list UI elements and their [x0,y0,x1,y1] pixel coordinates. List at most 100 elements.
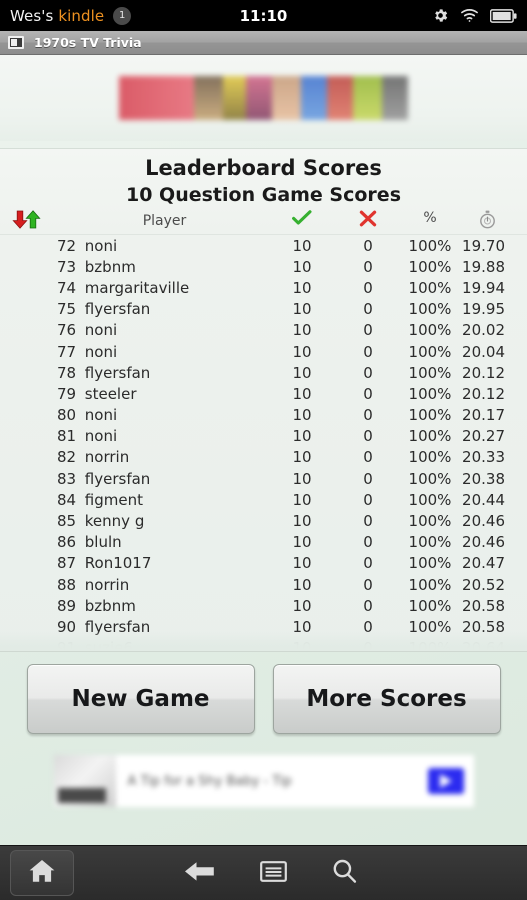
score-wrong: 0 [363,321,373,340]
score-values: 10 0 100% 20.02 [267,321,527,339]
score-time: 20.44 [462,490,505,509]
score-time: 20.12 [462,363,505,382]
table-row[interactable]: 76 noni 10 0 100% 20.02 [0,320,527,341]
score-values: 10 0 100% 20.38 [267,470,527,488]
score-percent: 100% [408,300,452,319]
score-correct: 10 [292,490,312,509]
column-header-percent[interactable]: % [399,210,461,233]
notification-badge[interactable]: 1 [113,6,132,25]
score-wrong: 0 [363,384,373,403]
score-time: 20.52 [462,575,505,594]
table-row[interactable]: 77 noni 10 0 100% 20.04 [0,341,527,362]
device-brand-label: kindle [58,6,105,25]
table-row[interactable]: 80 noni 10 0 100% 20.17 [0,405,527,426]
sort-arrows-group[interactable] [12,209,41,233]
score-percent: 100% [408,427,452,446]
app-title-bar: 1970s TV Trivia [0,31,527,55]
table-row[interactable]: 82 norrin 10 0 100% 20.33 [0,447,527,468]
table-row[interactable]: 83 flyersfan 10 0 100% 20.38 [0,468,527,489]
sort-control[interactable] [0,209,62,233]
table-row[interactable]: 78 flyersfan 10 0 100% 20.12 [0,362,527,383]
score-percent: 100% [408,512,452,531]
score-player-name: norrin [84,448,130,467]
score-percent: 100% [408,639,452,652]
more-scores-button[interactable]: More Scores [272,664,501,734]
table-row[interactable]: 87 Ron1017 10 0 100% 20.47 [0,553,527,574]
sort-ascending-green-arrow-icon[interactable] [25,209,41,233]
page-subtitle: 10 Question Game Scores [126,184,401,206]
score-player-name: bzbnm [84,596,136,615]
column-header-time[interactable] [461,210,527,233]
score-wrong: 0 [363,639,373,652]
score-player-name: noni [84,236,118,255]
score-time: 19.70 [462,236,505,255]
score-rank-and-player: 86 bluln [0,533,267,551]
score-rank-and-player: 74 margaritaville [0,279,267,297]
table-row[interactable]: 91 suzie6 10 0 100% 20.64 [0,638,527,652]
search-icon[interactable] [331,858,358,888]
page-title: Leaderboard Scores [145,156,382,180]
bottom-ad-text: A Tip for a Shy Baby - Tip [127,773,292,789]
device-status-bar: Wes's kindle 1 11:10 [0,0,527,31]
score-wrong: 0 [363,596,373,615]
score-rank-and-player: 83 flyersfan [0,470,267,488]
score-rank: 87 [57,554,77,573]
score-player-name: figment [84,490,143,509]
score-player-name: kenny g [84,512,145,531]
top-ad-banner[interactable] [118,76,409,120]
column-header-correct[interactable] [267,209,337,233]
score-correct: 10 [292,575,312,594]
score-wrong: 0 [363,490,373,509]
action-button-row: New Game More Scores [0,652,527,734]
score-time: 20.46 [462,533,505,552]
scores-table-body[interactable]: 72 noni 10 0 100% 19.70 73 bzbnm 10 0 100% 19.88 7… [0,235,527,652]
score-wrong: 0 [363,342,373,361]
score-player-name: flyersfan [84,363,151,382]
wifi-icon[interactable] [460,8,479,23]
score-percent: 100% [408,342,452,361]
score-values: 10 0 100% 20.12 [267,364,527,382]
score-percent: 100% [408,384,452,403]
table-row[interactable]: 75 flyersfan 10 0 100% 19.95 [0,299,527,320]
score-rank-and-player: 87 Ron1017 [0,554,267,572]
table-row[interactable]: 79 steeler 10 0 100% 20.12 [0,383,527,404]
score-percent: 100% [408,554,452,573]
score-wrong: 0 [363,300,373,319]
home-button[interactable] [10,850,74,896]
column-header-wrong[interactable] [337,210,399,233]
column-header-player[interactable]: Player [62,213,267,229]
score-time: 20.12 [462,384,505,403]
nav-icon-group [74,858,467,888]
table-row[interactable]: 89 bzbnm 10 0 100% 20.58 [0,595,527,616]
table-row[interactable]: 86 bluln 10 0 100% 20.46 [0,532,527,553]
table-row[interactable]: 88 norrin 10 0 100% 20.52 [0,574,527,595]
table-row[interactable]: 72 noni 10 0 100% 19.70 [0,235,527,256]
leaderboard-panel[interactable]: Leaderboard Scores 10 Question Game Scor… [0,148,527,652]
score-rank-and-player: 82 norrin [0,448,267,466]
score-correct: 10 [292,384,312,403]
table-row[interactable]: 81 noni 10 0 100% 20.27 [0,426,527,447]
score-rank-and-player: 75 flyersfan [0,300,267,318]
score-wrong: 0 [363,469,373,488]
back-arrow-icon[interactable] [183,859,216,888]
table-row[interactable]: 73 bzbnm 10 0 100% 19.88 [0,256,527,277]
score-percent: 100% [408,575,452,594]
table-row[interactable]: 74 margaritaville 10 0 100% 19.94 [0,277,527,298]
gear-icon[interactable] [432,7,449,24]
new-game-button[interactable]: New Game [26,664,255,734]
table-row[interactable]: 90 flyersfan 10 0 100% 20.58 [0,616,527,637]
score-rank: 72 [57,236,77,255]
score-rank-and-player: 89 bzbnm [0,597,267,615]
score-percent: 100% [408,406,452,425]
score-wrong: 0 [363,512,373,531]
bottom-ad-play-button[interactable] [427,768,464,794]
score-correct: 10 [292,427,312,446]
score-player-name: noni [84,427,118,446]
score-values: 10 0 100% 20.17 [267,406,527,424]
bottom-ad-banner[interactable]: A Tip for a Shy Baby - Tip [53,755,474,807]
table-row[interactable]: 85 kenny g 10 0 100% 20.46 [0,510,527,531]
table-row[interactable]: 84 figment 10 0 100% 20.44 [0,489,527,510]
score-correct: 10 [292,554,312,573]
score-rank: 89 [57,596,77,615]
menu-icon[interactable] [260,859,287,888]
